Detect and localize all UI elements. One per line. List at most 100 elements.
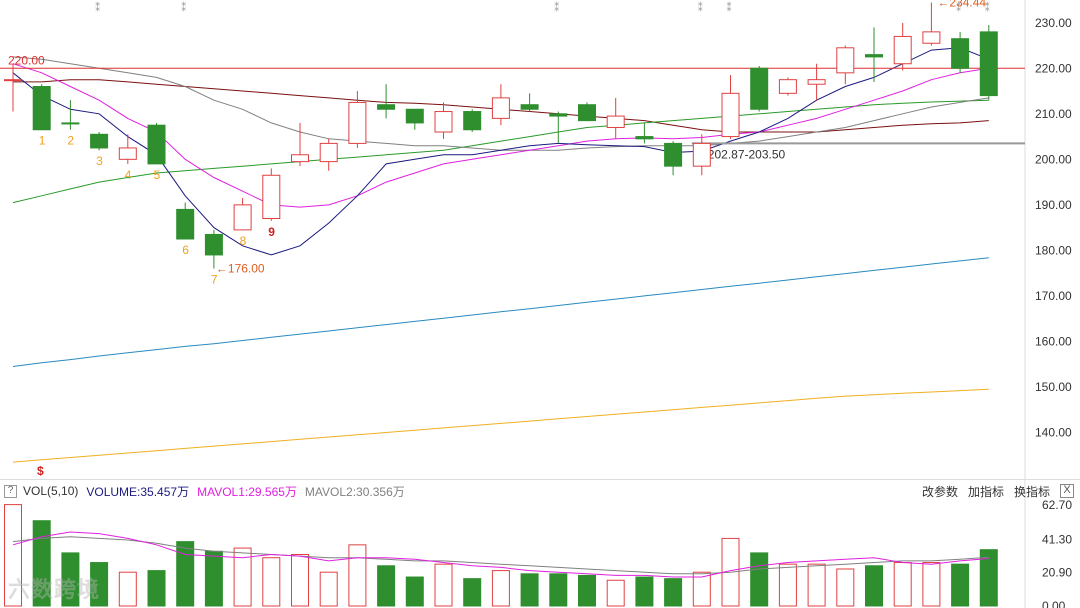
sequence-label: 2	[67, 134, 74, 148]
candle-body	[922, 31, 941, 44]
sequence-label: 5	[154, 168, 161, 182]
candle-body	[893, 35, 912, 65]
candle-body	[233, 204, 252, 231]
candle-body	[520, 104, 539, 110]
volume-bar	[865, 565, 883, 607]
volume-bar	[664, 578, 683, 607]
volume-bar	[578, 574, 596, 607]
volume-bar	[807, 563, 826, 607]
volume-bar	[204, 550, 223, 607]
volume-tick-label: 20.90	[1042, 565, 1072, 579]
candle-body	[176, 208, 195, 240]
indicator-actions: 改参数 加指标 换指标 X	[922, 480, 1080, 502]
sequence-label: 9	[268, 225, 275, 239]
signal-marker-icon: ⁑	[95, 2, 100, 14]
ma-line-5	[12, 257, 989, 367]
ma-line-6	[12, 388, 989, 463]
volume-value: VOLUME:35.457万	[86, 484, 190, 499]
volume-bar	[319, 571, 338, 607]
candle-body	[635, 136, 654, 140]
candle-body	[262, 174, 281, 220]
candle-body	[865, 54, 883, 58]
signal-marker-icon: ⁑	[554, 2, 559, 14]
volume-bar	[750, 552, 769, 607]
watermark-logo: 六数跨境	[8, 577, 101, 602]
candle-body	[61, 122, 80, 125]
candle-body	[951, 38, 970, 69]
volume-bar	[262, 557, 281, 607]
volume-bar	[463, 578, 482, 607]
price-tick-label: 170.00	[1035, 289, 1072, 303]
candle-body	[750, 67, 769, 110]
price-tick-label: 200.00	[1035, 152, 1072, 166]
price-tick-label: 160.00	[1035, 334, 1072, 348]
signal-marker-icon: ⁑	[181, 2, 186, 14]
sequence-label: 8	[240, 234, 247, 248]
add-indicator-button[interactable]: 加指标	[968, 483, 1004, 500]
price-tick-label: 180.00	[1035, 243, 1072, 257]
price-tick-label: 140.00	[1035, 425, 1072, 439]
mavol1-value: MAVOL1:29.565万	[197, 484, 297, 499]
support-label: 202.87-203.50	[708, 147, 786, 161]
candle-body	[721, 92, 740, 138]
sequence-label: 6	[182, 243, 189, 257]
vol-title: VOL(5,10)	[23, 484, 79, 498]
volume-tick-label: 41.30	[1042, 533, 1072, 547]
volume-toolbar: ? VOL(5,10) VOLUME:35.457万 MAVOL1:29.565…	[0, 480, 1080, 502]
change-params-button[interactable]: 改参数	[922, 483, 958, 500]
volume-bar	[291, 554, 309, 607]
candle-body	[491, 97, 510, 119]
volume-bar	[176, 541, 195, 607]
candle-body	[549, 113, 568, 117]
volume-tick-label: 0.00	[1042, 599, 1066, 608]
price-tick-label: 210.00	[1035, 107, 1072, 121]
candle-body	[664, 142, 683, 167]
sequence-label: 3	[96, 154, 103, 168]
candlestick-chart[interactable]: 230.00 220.00 210.00 200.00 1 9 0.00 180.00 170.…	[0, 0, 1080, 608]
candle-body	[606, 115, 625, 128]
volume-bar	[778, 563, 797, 607]
candle-body	[147, 124, 166, 165]
price-tick-label: 220.00	[1035, 61, 1072, 75]
volume-bar	[606, 579, 625, 607]
candle-body	[32, 85, 51, 131]
volume-bar	[147, 570, 166, 607]
candle-body	[405, 108, 424, 124]
volume-bar	[348, 544, 367, 607]
candle-body	[204, 233, 223, 256]
candle-body	[463, 111, 482, 131]
volume-bar	[635, 576, 654, 607]
candle-body	[90, 133, 109, 149]
candle-body	[291, 154, 309, 163]
resistance-label: 220.00	[8, 53, 45, 67]
candle-body	[979, 31, 998, 97]
candle-body	[578, 104, 596, 122]
volume-bar	[549, 573, 568, 607]
low-annotation: ←176.00	[216, 262, 265, 276]
signal-marker-icon: ⁑	[727, 2, 732, 14]
candle-body	[377, 104, 396, 110]
volume-bar	[520, 573, 539, 607]
candle-body	[348, 101, 367, 144]
switch-indicator-button[interactable]: 换指标	[1014, 483, 1050, 500]
dollar-signal-marker: $	[37, 464, 44, 478]
volume-bar	[922, 562, 941, 607]
price-tick-label: 150.00	[1035, 380, 1072, 394]
close-icon[interactable]: X	[1060, 484, 1074, 498]
high-annotation: ←234.44	[937, 0, 986, 10]
sequence-label: 1	[39, 134, 46, 148]
volume-bar	[377, 565, 396, 607]
volume-bar	[434, 563, 453, 607]
price-tick-label: 230.00	[1035, 16, 1072, 30]
candle-body	[836, 47, 855, 74]
volume-bar	[836, 568, 855, 607]
volume-bar	[893, 562, 912, 607]
candle-body	[319, 142, 338, 163]
volume-bar	[951, 563, 970, 607]
candle-body	[434, 111, 453, 133]
volume-bar	[405, 576, 424, 607]
sequence-label: 4	[125, 168, 132, 182]
help-icon[interactable]: ?	[4, 484, 17, 498]
mavol2-line	[12, 536, 989, 575]
candle-body	[692, 142, 711, 167]
